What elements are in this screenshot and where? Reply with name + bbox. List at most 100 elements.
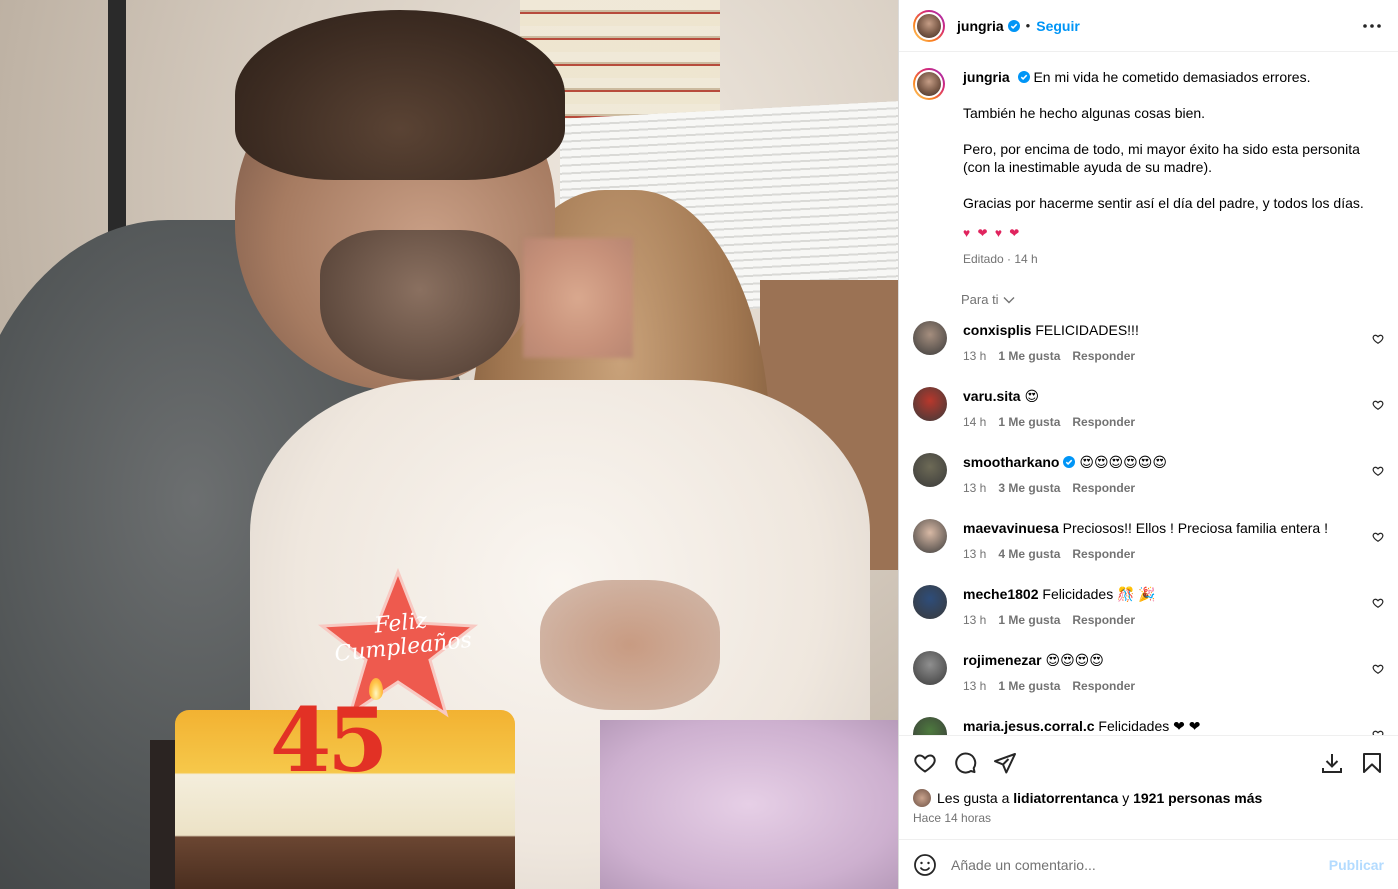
comment-body: varu.sita 😍 14 h 1 Me gusta Responder xyxy=(963,387,1384,431)
reply-button[interactable]: Responder xyxy=(1072,611,1135,629)
comment-like-icon[interactable] xyxy=(1372,399,1384,411)
header-separator: • xyxy=(1025,18,1031,33)
comment-like-icon[interactable] xyxy=(1372,597,1384,609)
caption-emojis: ♥ ❤ ♥ ❤ xyxy=(963,226,1022,240)
emoji-icon[interactable] xyxy=(913,853,937,877)
comment-row: smootharkano 😍😍😍😍😍😍 13 h 3 Me gusta Respond… xyxy=(913,453,1384,519)
comment-meta: 13 h 1 Me gusta Responder xyxy=(963,611,1384,629)
photo-lamp-pole xyxy=(108,0,126,235)
commenter-username[interactable]: smootharkano xyxy=(963,454,1059,470)
comment-time[interactable]: 13 h xyxy=(963,545,986,563)
commenter-username[interactable]: conxisplis xyxy=(963,322,1031,338)
comment-body: conxisplis FELICIDADES!!! 13 h 1 Me gusta R… xyxy=(963,321,1384,365)
commenter-username[interactable]: varu.sita xyxy=(963,388,1021,404)
likes-user[interactable]: lidiatorrentanca xyxy=(1013,790,1118,806)
likes-count[interactable]: 1921 personas más xyxy=(1133,790,1262,806)
comment-text: 😍😍😍😍 xyxy=(1045,652,1104,668)
comment-like-icon[interactable] xyxy=(1372,729,1384,735)
post-time[interactable]: Hace 14 horas xyxy=(899,807,1398,839)
reply-button[interactable]: Responder xyxy=(1072,545,1135,563)
comment-text: 😍 xyxy=(1024,388,1040,404)
chevron-down-icon xyxy=(1003,296,1015,303)
liker-avatar[interactable] xyxy=(913,789,931,807)
share-icon[interactable] xyxy=(993,751,1017,775)
comment-time[interactable]: 13 h xyxy=(963,677,986,695)
commenter-avatar[interactable] xyxy=(913,585,947,619)
commenter-username[interactable]: rojimenezar xyxy=(963,652,1042,668)
reply-button[interactable]: Responder xyxy=(1072,347,1135,365)
comment-text: 😍😍😍😍😍😍 xyxy=(1079,454,1167,470)
comment-row: maria.jesus.corral.c Felicidades ❤ ❤ xyxy=(913,717,1384,735)
comment-like-icon[interactable] xyxy=(1372,531,1384,543)
comments-scroll-area[interactable]: jungria En mi vida he cometido demasiado… xyxy=(899,52,1398,735)
comment-likes[interactable]: 1 Me gusta xyxy=(998,413,1060,431)
comment-likes[interactable]: 1 Me gusta xyxy=(998,677,1060,695)
comment-like-icon[interactable] xyxy=(1372,333,1384,345)
author-avatar[interactable] xyxy=(913,9,945,42)
comments-list: conxisplis FELICIDADES!!! 13 h 1 Me gusta R… xyxy=(913,321,1384,735)
comment-time[interactable]: 13 h xyxy=(963,611,986,629)
reply-button[interactable]: Responder xyxy=(1072,413,1135,431)
caption-avatar[interactable] xyxy=(913,68,945,100)
comment-time[interactable]: 13 h xyxy=(963,347,986,365)
commenter-avatar[interactable] xyxy=(913,321,947,355)
caption-line-3: Pero, por encima de todo, mi mayor éxito… xyxy=(963,141,1360,175)
commenter-avatar[interactable] xyxy=(913,519,947,553)
commenter-avatar[interactable] xyxy=(913,717,947,735)
commenter-username[interactable]: maria.jesus.corral.c xyxy=(963,718,1095,734)
author-username[interactable]: jungria xyxy=(957,18,1004,34)
comment-time[interactable]: 13 h xyxy=(963,479,986,497)
comment-meta: 14 h 1 Me gusta Responder xyxy=(963,413,1384,431)
post-caption: jungria En mi vida he cometido demasiado… xyxy=(913,68,1384,268)
caption-meta: Editado · 14 h xyxy=(963,252,1038,266)
reply-button[interactable]: Responder xyxy=(1072,677,1135,695)
caption-line-4: Gracias por hacerme sentir así el día de… xyxy=(963,195,1364,211)
comment-text: FELICIDADES!!! xyxy=(1035,322,1139,338)
more-icon[interactable] xyxy=(1360,14,1384,38)
comment-likes[interactable]: 3 Me gusta xyxy=(998,479,1060,497)
comment-meta: 13 h 1 Me gusta Responder xyxy=(963,347,1384,365)
commenter-username[interactable]: meche1802 xyxy=(963,586,1039,602)
comment-filter[interactable]: Para ti xyxy=(961,292,1384,307)
comment-meta: 13 h 1 Me gusta Responder xyxy=(963,677,1384,695)
comment-text: Felicidades 🎊 🎉 xyxy=(1042,586,1156,602)
comment-row: rojimenezar 😍😍😍😍 13 h 1 Me gusta Responder xyxy=(913,651,1384,717)
comment-time[interactable]: 14 h xyxy=(963,413,986,431)
comment-like-icon[interactable] xyxy=(1372,663,1384,675)
likes-prefix: Les gusta a xyxy=(937,790,1010,806)
comment-body: meche1802 Felicidades 🎊 🎉 13 h 1 Me gusta R… xyxy=(963,585,1384,629)
comment-body: smootharkano 😍😍😍😍😍😍 13 h 3 Me gusta Respond… xyxy=(963,453,1384,497)
post-photo[interactable]: Feliz Cumpleaños 45 xyxy=(0,0,898,889)
comment-body: maria.jesus.corral.c Felicidades ❤ ❤ xyxy=(963,717,1384,735)
comment-row: maevavinuesa Preciosos!! Ellos ! Precios… xyxy=(913,519,1384,585)
photo-blurred-face xyxy=(523,238,633,358)
comment-likes[interactable]: 4 Me gusta xyxy=(998,545,1060,563)
caption-username[interactable]: jungria xyxy=(963,69,1010,85)
verified-icon xyxy=(1007,19,1020,32)
heart-icon[interactable] xyxy=(913,751,937,775)
comment-like-icon[interactable] xyxy=(1372,465,1384,477)
comment-text: Felicidades ❤ ❤ xyxy=(1098,718,1201,734)
follow-button[interactable]: Seguir xyxy=(1036,18,1080,34)
comment-likes[interactable]: 1 Me gusta xyxy=(998,611,1060,629)
commenter-username[interactable]: maevavinuesa xyxy=(963,520,1059,536)
comment-input[interactable] xyxy=(951,856,1329,873)
comment-likes[interactable]: 1 Me gusta xyxy=(998,347,1060,365)
comment-filter-label: Para ti xyxy=(961,292,999,307)
likes-summary: Les gusta a lidiatorrentanca y 1921 pers… xyxy=(899,789,1398,807)
commenter-avatar[interactable] xyxy=(913,651,947,685)
post-header: jungria • Seguir xyxy=(899,0,1398,52)
commenter-avatar[interactable] xyxy=(913,387,947,421)
photo-hand xyxy=(540,580,720,710)
save-icon[interactable] xyxy=(1360,751,1384,775)
add-comment-bar: Publicar xyxy=(899,839,1398,889)
publish-button[interactable]: Publicar xyxy=(1329,857,1384,873)
photo-man-hair xyxy=(235,10,565,180)
comment-text: Preciosos!! Ellos ! Preciosa familia ent… xyxy=(1062,520,1328,536)
commenter-avatar[interactable] xyxy=(913,453,947,487)
photo-beard xyxy=(320,230,520,380)
comment-icon[interactable] xyxy=(953,751,977,775)
comment-body: rojimenezar 😍😍😍😍 13 h 1 Me gusta Responder xyxy=(963,651,1384,695)
download-icon[interactable] xyxy=(1320,751,1344,775)
reply-button[interactable]: Responder xyxy=(1072,479,1135,497)
